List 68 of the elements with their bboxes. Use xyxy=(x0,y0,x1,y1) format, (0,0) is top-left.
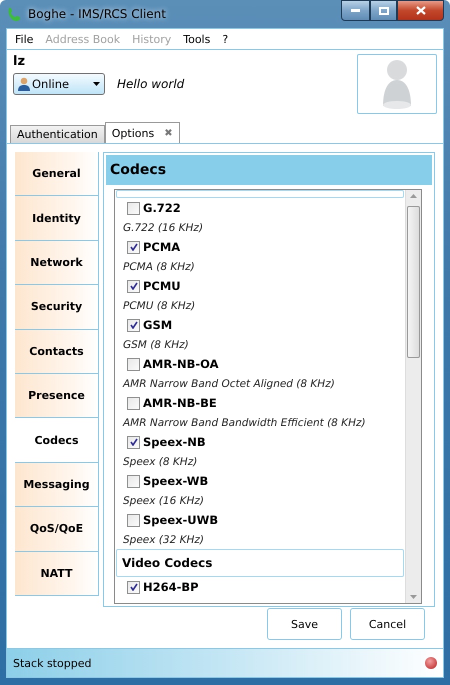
sidebar-item[interactable]: Network xyxy=(15,240,99,286)
checkbox[interactable] xyxy=(127,396,140,410)
menu-item[interactable]: ? xyxy=(218,32,232,46)
tab[interactable]: Authentication xyxy=(10,125,105,143)
codec-description: GSM (8 KHz) xyxy=(122,338,190,352)
window-title: Boghe - IMS/RCS Client xyxy=(28,7,166,21)
codec-description: AMR Narrow Band Octet Aligned (8 KHz) xyxy=(122,376,336,392)
scroll-up-arrow-icon[interactable] xyxy=(410,194,417,198)
codec-description: PCMU (8 KHz) xyxy=(122,298,196,314)
codec-name: PCMU xyxy=(143,279,181,293)
dialog-button[interactable]: Cancel xyxy=(350,608,425,640)
checkbox[interactable] xyxy=(127,436,140,448)
sidebar-item[interactable]: Messaging xyxy=(15,462,99,508)
codec-description: AMR Narrow Band Bandwidth Efficient (8 KHz) xyxy=(122,416,367,430)
menu-item[interactable]: File xyxy=(11,32,38,46)
sidebar-item[interactable]: Contacts xyxy=(15,330,99,374)
codec-name: H264-BP xyxy=(143,580,199,594)
caret-icon xyxy=(93,82,100,86)
close-tab-icon[interactable]: ✖ xyxy=(164,128,173,138)
sidebar-item[interactable]: General xyxy=(15,152,99,196)
minimize-icon xyxy=(351,9,360,12)
sidebar-item[interactable]: QoS/QoE xyxy=(15,507,99,552)
codec-description: Speex (16 KHz) xyxy=(122,494,205,508)
panel-title: Codecs xyxy=(106,155,432,185)
sidebar-item[interactable]: Presence xyxy=(15,374,99,418)
sidebar-item[interactable]: Identity xyxy=(15,196,99,241)
codec-name: Speex-UWB xyxy=(143,513,218,527)
avatar-frame[interactable] xyxy=(357,54,437,114)
section-header: Video Codecs xyxy=(116,549,404,577)
status-dropdown[interactable]: Online xyxy=(13,73,105,95)
user-name: lz xyxy=(13,54,26,69)
checkbox[interactable] xyxy=(127,514,140,526)
codec-name: G.722 xyxy=(143,201,181,215)
codec-name: Speex-WB xyxy=(143,474,208,488)
codec-name: AMR-NB-BE xyxy=(143,396,217,410)
minimize-button[interactable] xyxy=(341,0,370,21)
checkbox[interactable] xyxy=(127,240,140,254)
codec-description: PCMA (8 KHz) xyxy=(122,260,196,274)
dialog-button[interactable]: Save xyxy=(267,608,342,640)
scroll-thumb[interactable] xyxy=(407,206,420,358)
menu-item[interactable]: Tools xyxy=(179,32,214,46)
codec-name: PCMA xyxy=(143,240,180,254)
checkbox[interactable] xyxy=(127,280,140,292)
sidebar-item[interactable]: Security xyxy=(15,285,99,330)
maximize-icon xyxy=(378,6,388,14)
checkbox[interactable] xyxy=(127,474,140,488)
checkbox[interactable] xyxy=(127,580,140,594)
codec-description: G.722 (16 KHz) xyxy=(122,220,204,236)
codec-name: AMR-NB-OA xyxy=(143,357,219,371)
mood-message: Hello world xyxy=(117,77,184,91)
person-icon xyxy=(18,77,30,91)
scrollbar[interactable] xyxy=(405,190,421,603)
checkbox[interactable] xyxy=(127,202,140,214)
codec-description: Speex (32 KHz) xyxy=(122,532,205,548)
tab[interactable]: Options ✖ xyxy=(104,122,180,143)
close-button[interactable] xyxy=(397,0,444,21)
sidebar-item[interactable]: Codecs xyxy=(15,418,99,463)
close-icon xyxy=(416,6,426,15)
scroll-down-arrow-icon[interactable] xyxy=(410,595,417,599)
codec-name: GSM xyxy=(143,318,172,332)
status-text: Stack stopped xyxy=(13,656,92,670)
sidebar-item[interactable]: NATT xyxy=(15,552,99,596)
maximize-button[interactable] xyxy=(370,0,397,21)
checkbox[interactable] xyxy=(127,318,140,332)
phone-icon xyxy=(6,6,22,22)
codec-name: Speex-NB xyxy=(143,435,206,449)
codec-description: Speex (8 KHz) xyxy=(122,454,198,470)
checkbox[interactable] xyxy=(127,358,140,370)
